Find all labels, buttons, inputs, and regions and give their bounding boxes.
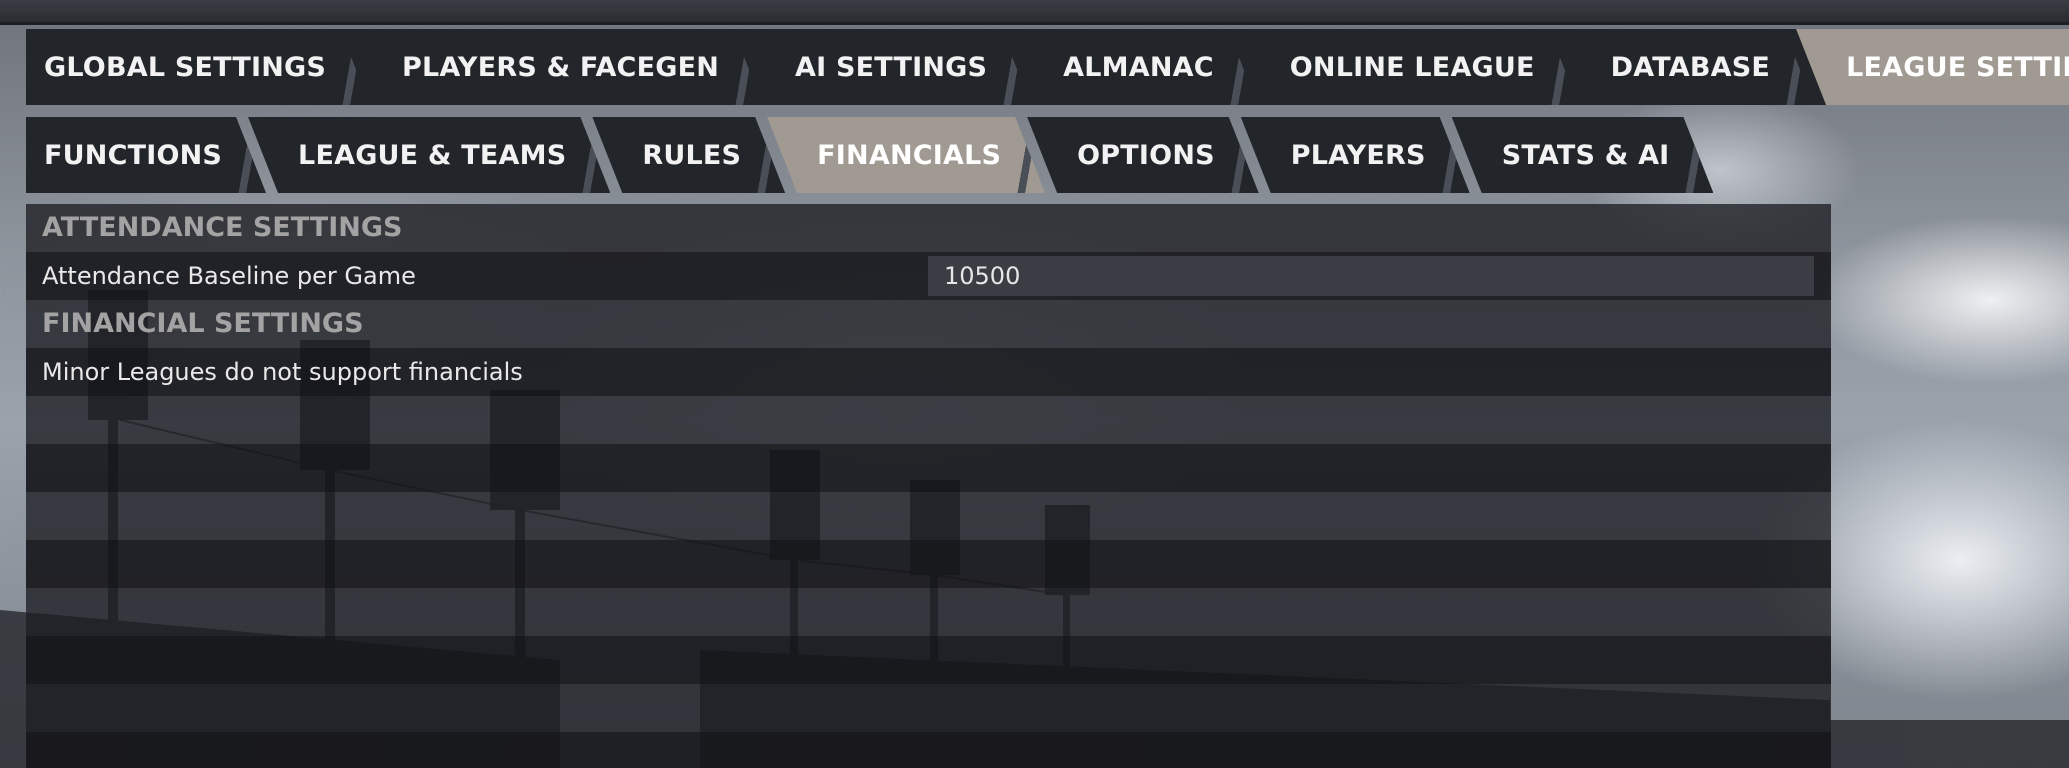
empty-row [26, 732, 1831, 768]
tab-label: DATABASE [1610, 51, 1771, 83]
primary-tab-bar: GLOBAL SETTINGS PLAYERS & FACEGEN AI SET… [26, 29, 2069, 105]
top-strip [0, 0, 2069, 25]
tab-ai-settings[interactable]: AI SETTINGS [745, 29, 1031, 105]
tab-label: LEAGUE & TEAMS [298, 139, 567, 171]
empty-row [26, 684, 1831, 732]
tab-label: PLAYERS [1290, 139, 1426, 171]
setting-row: Attendance Baseline per Game [26, 252, 1831, 300]
section-row: FINANCIAL SETTINGS [26, 300, 1831, 348]
financial-section-header: FINANCIAL SETTINGS [42, 308, 364, 339]
tab-label: FINANCIALS [817, 139, 1002, 171]
financial-note: Minor Leagues do not support financials [42, 358, 523, 386]
financials-settings-panel: ATTENDANCE SETTINGS Attendance Baseline … [26, 204, 1831, 768]
tab-label: ONLINE LEAGUE [1289, 51, 1535, 83]
tab-functions[interactable]: FUNCTIONS [26, 117, 266, 193]
tab-label: OPTIONS [1077, 139, 1215, 171]
tab-online-league[interactable]: ONLINE LEAGUE [1240, 29, 1579, 105]
note-row: Minor Leagues do not support financials [26, 348, 1831, 396]
tab-label: ALMANAC [1063, 51, 1214, 83]
tab-rules[interactable]: RULES [592, 117, 785, 193]
tab-players[interactable]: PLAYERS [1241, 117, 1470, 193]
tab-options[interactable]: OPTIONS [1027, 117, 1259, 193]
tab-almanac[interactable]: ALMANAC [1013, 29, 1258, 105]
attendance-baseline-input[interactable] [928, 256, 1814, 296]
secondary-tab-bar: FUNCTIONS LEAGUE & TEAMS RULES FINANCIAL… [26, 117, 1695, 193]
empty-row [26, 396, 1831, 444]
tab-label: FUNCTIONS [44, 139, 223, 171]
tab-label: LEAGUE SETTINGS [1846, 51, 2063, 83]
section-row: ATTENDANCE SETTINGS [26, 204, 1831, 252]
tab-league-teams[interactable]: LEAGUE & TEAMS [248, 117, 610, 193]
tab-label: AI SETTINGS [795, 51, 988, 83]
tab-league-settings[interactable]: LEAGUE SETTINGS [1796, 29, 2069, 105]
tab-label: PLAYERS & FACEGEN [402, 51, 720, 83]
attendance-baseline-label: Attendance Baseline per Game [42, 262, 416, 290]
attendance-section-header: ATTENDANCE SETTINGS [42, 212, 403, 243]
empty-row [26, 492, 1831, 540]
empty-row [26, 636, 1831, 684]
tab-label: STATS & AI [1501, 139, 1670, 171]
empty-row [26, 588, 1831, 636]
tab-financials[interactable]: FINANCIALS [767, 117, 1045, 193]
tab-database[interactable]: DATABASE [1561, 29, 1814, 105]
tab-label: RULES [642, 139, 742, 171]
empty-row [26, 444, 1831, 492]
tab-label: GLOBAL SETTINGS [44, 51, 327, 83]
tab-players-facegen[interactable]: PLAYERS & FACEGEN [352, 29, 763, 105]
tab-global-settings[interactable]: GLOBAL SETTINGS [26, 29, 370, 105]
empty-row [26, 540, 1831, 588]
tab-stats-ai[interactable]: STATS & AI [1452, 117, 1714, 193]
